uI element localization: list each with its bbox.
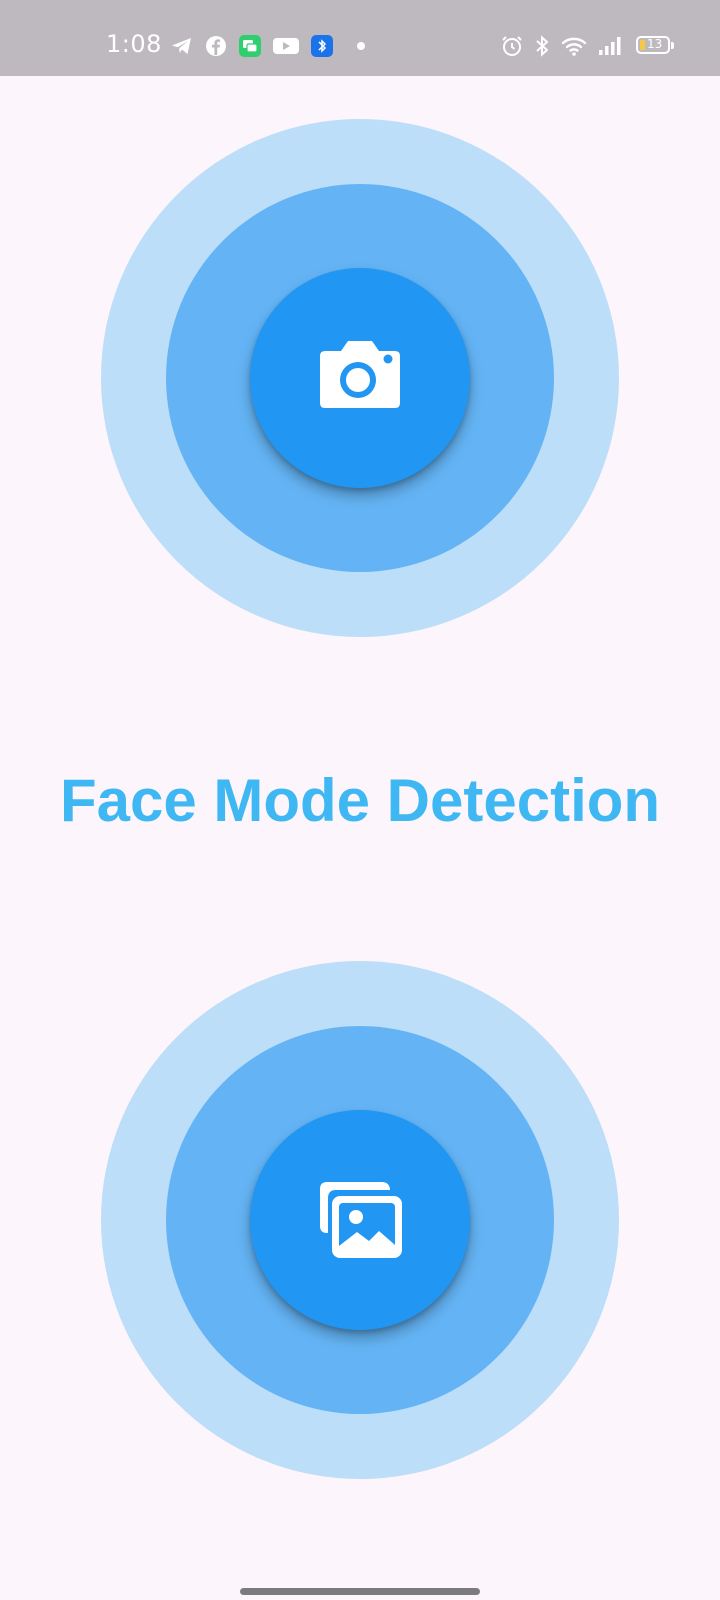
- more-dot-icon: [357, 42, 365, 50]
- camera-icon[interactable]: [310, 328, 410, 428]
- battery-icon: 13: [636, 36, 674, 54]
- bluetooth-app-icon: [310, 34, 334, 58]
- status-time: 1:08: [106, 30, 162, 58]
- gallery-icon[interactable]: [310, 1170, 410, 1270]
- gallery-button[interactable]: [101, 961, 619, 1479]
- gallery-ring-inner[interactable]: [250, 1110, 470, 1330]
- home-indicator[interactable]: [240, 1588, 480, 1595]
- bluetooth-icon: [530, 34, 554, 58]
- telegram-icon: [170, 34, 194, 58]
- messaging-icon: [238, 34, 262, 58]
- alarm-icon: [500, 34, 524, 58]
- facebook-icon: [204, 34, 228, 58]
- page-title: Face Mode Detection: [59, 767, 661, 834]
- wifi-icon: [560, 34, 588, 58]
- status-bar: 1:08 13: [0, 0, 720, 76]
- camera-button[interactable]: [101, 119, 619, 637]
- signal-icon: [596, 34, 626, 58]
- battery-fill: [640, 40, 645, 50]
- camera-ring-inner[interactable]: [250, 268, 470, 488]
- youtube-icon: [272, 34, 300, 58]
- battery-level: 13: [647, 37, 663, 51]
